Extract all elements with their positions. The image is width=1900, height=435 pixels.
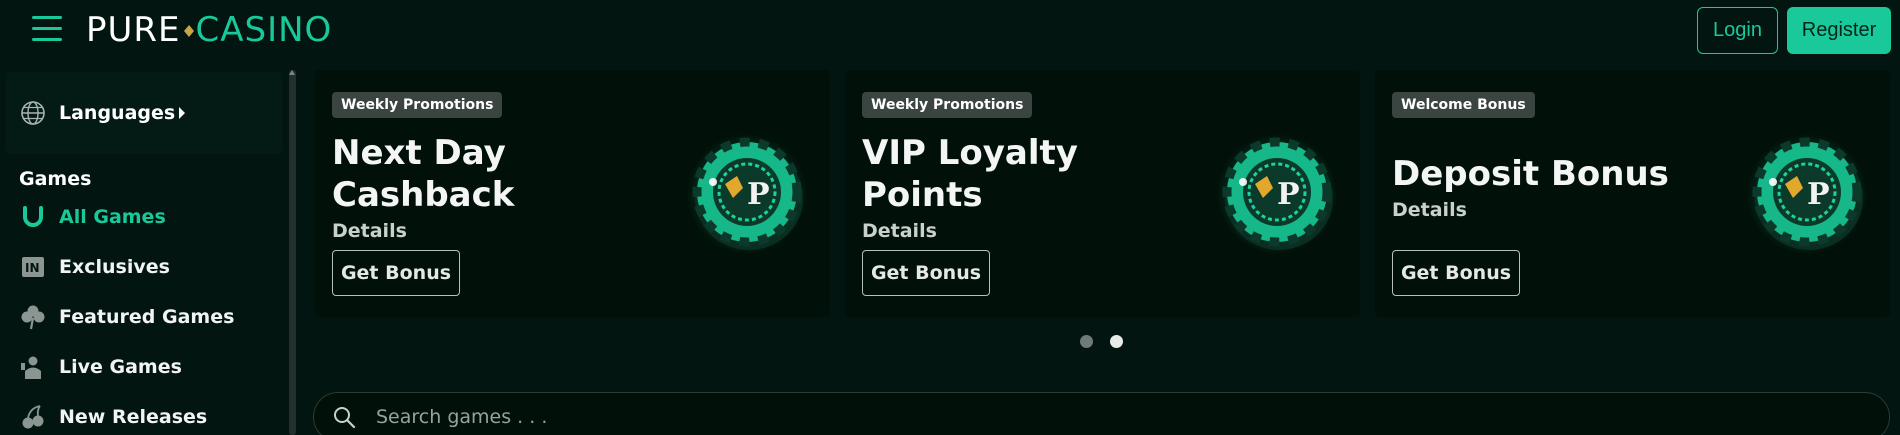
promo-details-link[interactable]: Details bbox=[862, 220, 937, 242]
promo-title: Deposit Bonus bbox=[1392, 153, 1669, 195]
logo-text-casino: CASINO bbox=[195, 10, 333, 50]
sidebar-item-all-games[interactable]: All Games bbox=[19, 201, 166, 233]
caret-right-icon bbox=[179, 107, 186, 119]
search-icon bbox=[334, 407, 356, 429]
promo-details-link[interactable]: Details bbox=[1392, 199, 1467, 221]
sidebar-item-label: All Games bbox=[59, 206, 166, 228]
get-bonus-button[interactable]: Get Bonus bbox=[1392, 250, 1520, 296]
languages-menu[interactable]: Languages bbox=[6, 72, 282, 154]
games-heading: Games bbox=[19, 168, 92, 190]
promo-badge: Weekly Promotions bbox=[332, 92, 503, 118]
horseshoe-icon bbox=[19, 203, 47, 231]
promo-card-next-day-cashback: Weekly Promotions Next Day Cashback Deta… bbox=[315, 70, 830, 317]
svg-text:IN: IN bbox=[25, 261, 40, 275]
promo-title-line: Deposit Bonus bbox=[1392, 154, 1669, 194]
sidebar-item-new-releases[interactable]: New Releases bbox=[19, 401, 207, 433]
search-bar[interactable] bbox=[313, 392, 1890, 435]
promo-title: VIP Loyalty Points bbox=[862, 132, 1078, 216]
login-button[interactable]: Login bbox=[1697, 7, 1778, 54]
promo-details-link[interactable]: Details bbox=[332, 220, 407, 242]
promo-title-line: VIP Loyalty bbox=[862, 133, 1078, 173]
promo-card-deposit-bonus: Welcome Bonus Deposit Bonus Details Get … bbox=[1375, 70, 1890, 317]
casino-chip-icon: P bbox=[1217, 134, 1337, 254]
get-bonus-button[interactable]: Get Bonus bbox=[332, 250, 460, 296]
promo-badge: Welcome Bonus bbox=[1392, 92, 1535, 118]
sidebar-item-label: Exclusives bbox=[59, 256, 170, 278]
get-bonus-button[interactable]: Get Bonus bbox=[862, 250, 990, 296]
promo-card-vip-loyalty-points: Weekly Promotions VIP Loyalty Points Det… bbox=[845, 70, 1360, 317]
register-button[interactable]: Register bbox=[1787, 7, 1891, 54]
sidebar-item-featured-games[interactable]: Featured Games bbox=[19, 301, 234, 333]
promo-title-line: Points bbox=[862, 175, 983, 215]
svg-text:P: P bbox=[1277, 177, 1300, 212]
logo-suit-icon bbox=[183, 25, 194, 37]
pure-casino-logo[interactable]: PURE CASINO bbox=[86, 8, 332, 52]
sidebar-item-label: New Releases bbox=[59, 406, 208, 428]
top-header: PURE CASINO Login Register bbox=[0, 0, 1900, 62]
logo-text-pure: PURE bbox=[86, 10, 181, 50]
promo-title-line: Cashback bbox=[332, 175, 515, 215]
sidebar: Languages Games All Games IN Exclusives bbox=[0, 70, 296, 435]
sidebar-item-label: Featured Games bbox=[59, 306, 235, 328]
languages-label: Languages bbox=[59, 102, 176, 124]
carousel-dot-1[interactable] bbox=[1080, 335, 1093, 348]
hamburger-menu-icon[interactable] bbox=[32, 16, 62, 42]
svg-text:P: P bbox=[1807, 177, 1830, 212]
scroll-up-arrow-icon[interactable] bbox=[289, 70, 295, 75]
casino-chip-icon: P bbox=[1747, 134, 1867, 254]
search-input[interactable] bbox=[376, 406, 1776, 428]
sidebar-scrollbar[interactable] bbox=[289, 70, 296, 435]
sidebar-item-live-games[interactable]: Live Games bbox=[19, 351, 182, 383]
promo-title-line: Next Day bbox=[332, 133, 506, 173]
globe-icon bbox=[21, 101, 45, 125]
casino-chip-icon: P bbox=[687, 134, 807, 254]
live-dealer-icon bbox=[19, 353, 47, 381]
promo-title: Next Day Cashback bbox=[332, 132, 514, 216]
exclusive-badge-icon: IN bbox=[19, 253, 47, 281]
sidebar-item-exclusives[interactable]: IN Exclusives bbox=[19, 251, 170, 283]
promo-badge: Weekly Promotions bbox=[862, 92, 1033, 118]
carousel-dot-2[interactable] bbox=[1110, 335, 1123, 348]
svg-text:P: P bbox=[747, 177, 770, 212]
sidebar-item-label: Live Games bbox=[59, 356, 182, 378]
clover-icon bbox=[19, 303, 47, 331]
cherries-icon bbox=[19, 403, 47, 431]
